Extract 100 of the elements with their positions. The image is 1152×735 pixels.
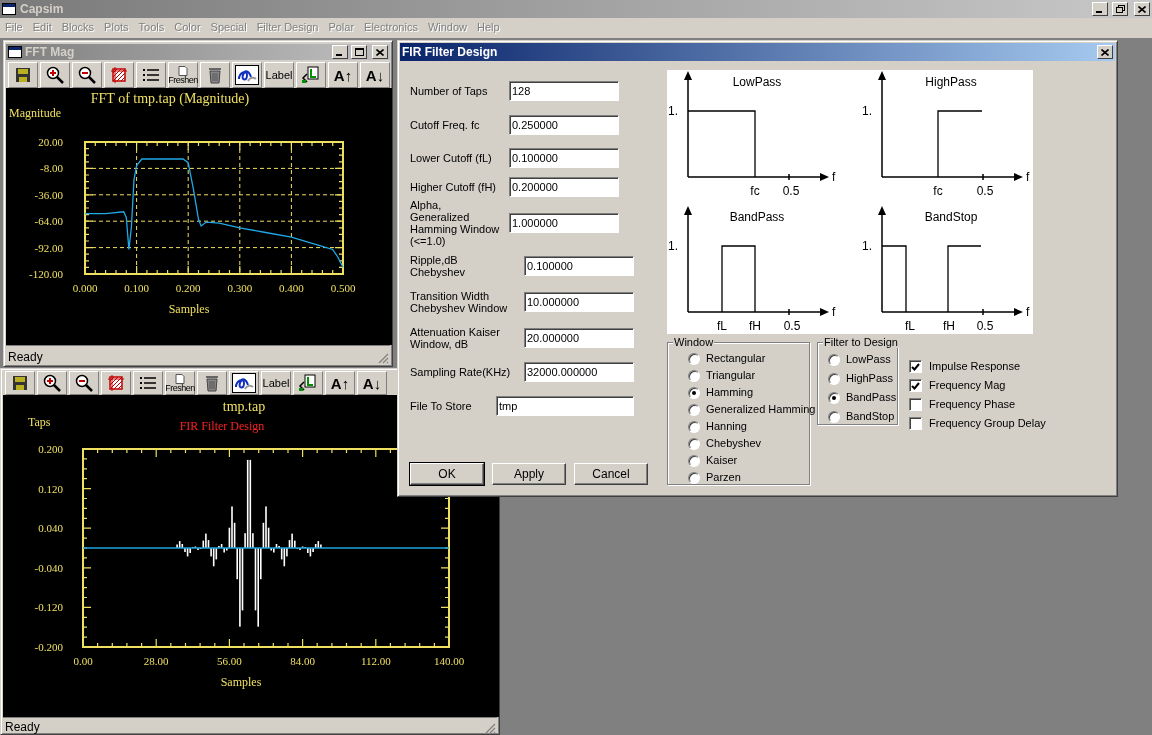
input-field[interactable]: 0.100000	[524, 256, 634, 276]
input-field[interactable]: tmp	[496, 396, 634, 416]
save-button[interactable]	[5, 371, 35, 395]
tick-label: 112.00	[360, 655, 391, 667]
zoom-in-button[interactable]	[37, 371, 67, 395]
font-larger-button[interactable]: A↑	[325, 371, 355, 395]
list-button[interactable]	[136, 62, 166, 88]
dialog-button[interactable]: Apply	[492, 463, 566, 485]
dialog-button[interactable]: OK	[410, 463, 484, 485]
tick-label: 0.5	[782, 184, 800, 198]
close-icon	[376, 48, 384, 56]
tick-label: fL	[717, 319, 727, 333]
minimize-button[interactable]	[1092, 2, 1108, 16]
freshen-button[interactable]: Freshen	[168, 62, 198, 88]
group-title: Filter to Design	[823, 336, 899, 348]
grid-button[interactable]	[104, 62, 134, 88]
font-button[interactable]	[229, 371, 259, 395]
axis-label: f	[832, 305, 836, 319]
radio-label: Triangular	[706, 368, 756, 383]
zoom-out-button[interactable]	[69, 371, 99, 395]
font-button[interactable]	[232, 62, 262, 88]
axis-title: Samples	[168, 302, 210, 316]
tick-label: 28.00	[143, 655, 169, 667]
input-field[interactable]: 32000.000000	[524, 362, 634, 382]
tick-label: -92.00	[34, 241, 63, 254]
checkbox[interactable]	[909, 360, 922, 373]
tick-label: 0.200	[175, 282, 201, 294]
input-field[interactable]: 0.250000	[509, 114, 619, 135]
checkbox[interactable]	[909, 398, 922, 411]
diagram-title: BandPass	[729, 210, 785, 224]
radio-button[interactable]	[688, 369, 700, 382]
tick-label: 140.00	[433, 655, 465, 667]
checkbox[interactable]	[909, 379, 922, 392]
radio-button[interactable]	[688, 437, 700, 450]
window-title: FIR Filter Design	[402, 44, 498, 60]
tick-label: fH	[749, 319, 761, 333]
label-button[interactable]: Label	[264, 62, 294, 88]
font-smaller-button[interactable]: A↓	[360, 62, 390, 88]
zoom-out-button[interactable]	[72, 62, 102, 88]
zoom-in-icon	[43, 374, 61, 392]
checkbox-label: Frequency Phase	[929, 397, 1016, 412]
radio-label: Hamming	[706, 385, 754, 400]
window-title: FFT Mag	[25, 44, 75, 60]
trash-icon	[208, 66, 222, 84]
tick-label: -0.040	[34, 561, 63, 574]
tick-label: -0.120	[34, 601, 63, 614]
checkbox-label: Frequency Group Delay	[929, 416, 1046, 431]
tick-label: 0.040	[38, 522, 63, 535]
list-icon	[139, 376, 157, 390]
close-icon	[1138, 5, 1146, 13]
tick-label: 0.200	[38, 443, 63, 455]
tick-label: -36.00	[34, 188, 63, 201]
close-button[interactable]	[1134, 2, 1150, 16]
font-larger-button[interactable]: A↑	[328, 62, 358, 88]
list-button[interactable]	[133, 371, 163, 395]
close-button[interactable]	[1097, 45, 1113, 59]
close-button[interactable]	[372, 45, 388, 59]
label-button[interactable]: Label	[261, 371, 291, 395]
radio-label: HighPass	[846, 371, 894, 386]
group-title: Window	[673, 336, 715, 348]
radio-button[interactable]	[688, 454, 700, 467]
zoom-in-icon	[46, 66, 64, 84]
input-field[interactable]: 10.000000	[524, 292, 634, 312]
dialog-button[interactable]: Cancel	[574, 463, 648, 485]
axis-label: f	[832, 170, 836, 184]
chart-title: tmp.tap	[222, 399, 266, 414]
grid-button[interactable]	[101, 371, 131, 395]
radio-button[interactable]	[688, 420, 700, 433]
font-smaller-button[interactable]: A↓	[357, 371, 387, 395]
card-icon	[232, 373, 256, 393]
radio-label: BandStop	[846, 409, 895, 424]
field-label: Ripple,dB Chebyshev	[410, 254, 467, 278]
tick-label: 0.100	[124, 282, 149, 294]
page-icon	[178, 65, 188, 76]
radio-button[interactable]	[828, 353, 840, 366]
freshen-button[interactable]: Freshen	[165, 371, 195, 395]
input-field[interactable]: 1.000000	[509, 213, 619, 233]
input-field[interactable]: 128	[509, 81, 619, 101]
delete-button[interactable]	[200, 62, 230, 88]
minimize-button[interactable]	[332, 45, 348, 59]
delete-button[interactable]	[197, 371, 227, 395]
input-field[interactable]: 0.100000	[509, 147, 619, 168]
zoom-in-button[interactable]	[40, 62, 70, 88]
restore-button[interactable]	[1112, 2, 1128, 16]
save-button[interactable]	[8, 62, 38, 88]
tick-label: fL	[905, 319, 915, 333]
input-field[interactable]: 0.200000	[509, 177, 619, 197]
maximize-button[interactable]	[351, 45, 367, 59]
trash-icon	[205, 374, 219, 392]
radio-button[interactable]	[688, 386, 700, 399]
tick-label: fc	[933, 184, 943, 198]
input-field[interactable]: 20.000000	[524, 328, 634, 348]
field-label: Cutoff Freq. fc	[410, 118, 481, 131]
radio-label: BandPass	[846, 390, 897, 405]
axis-label: f	[1026, 170, 1030, 184]
export-button[interactable]	[296, 62, 326, 88]
checkbox[interactable]	[909, 417, 922, 430]
export-button[interactable]	[293, 371, 323, 395]
zoom-out-icon	[75, 374, 93, 392]
level-label: 1.	[668, 104, 678, 118]
